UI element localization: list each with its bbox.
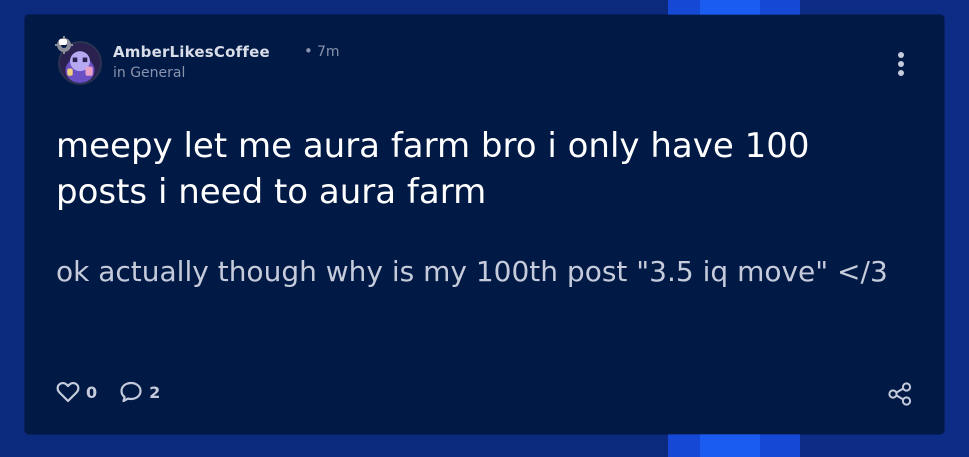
comment-button[interactable]: 2 <box>119 381 160 403</box>
author-avatar-container[interactable] <box>55 36 105 86</box>
more-options-button[interactable] <box>891 49 911 79</box>
speech-gear-icon <box>55 36 73 54</box>
post-actions: 0 2 <box>56 381 182 403</box>
more-vertical-icon <box>898 52 904 76</box>
like-count: 0 <box>86 382 98 402</box>
like-button[interactable]: 0 <box>56 381 97 403</box>
comment-count: 2 <box>149 382 161 402</box>
share-icon <box>888 382 912 406</box>
heart-icon <box>56 381 80 403</box>
share-button[interactable] <box>887 381 913 407</box>
post-title[interactable]: meepy let me aura farm bro i only have 1… <box>56 123 906 215</box>
post-timestamp[interactable]: 7m <box>317 44 340 60</box>
post-group[interactable]: in General <box>113 65 185 81</box>
post-card[interactable]: AmberLikesCoffee • 7m in General meepy l… <box>25 15 944 434</box>
post-body: ok actually though why is my 100th post … <box>56 255 888 288</box>
meta-separator: • <box>304 42 313 60</box>
author-username[interactable]: AmberLikesCoffee <box>113 43 270 61</box>
comment-icon <box>120 381 142 403</box>
